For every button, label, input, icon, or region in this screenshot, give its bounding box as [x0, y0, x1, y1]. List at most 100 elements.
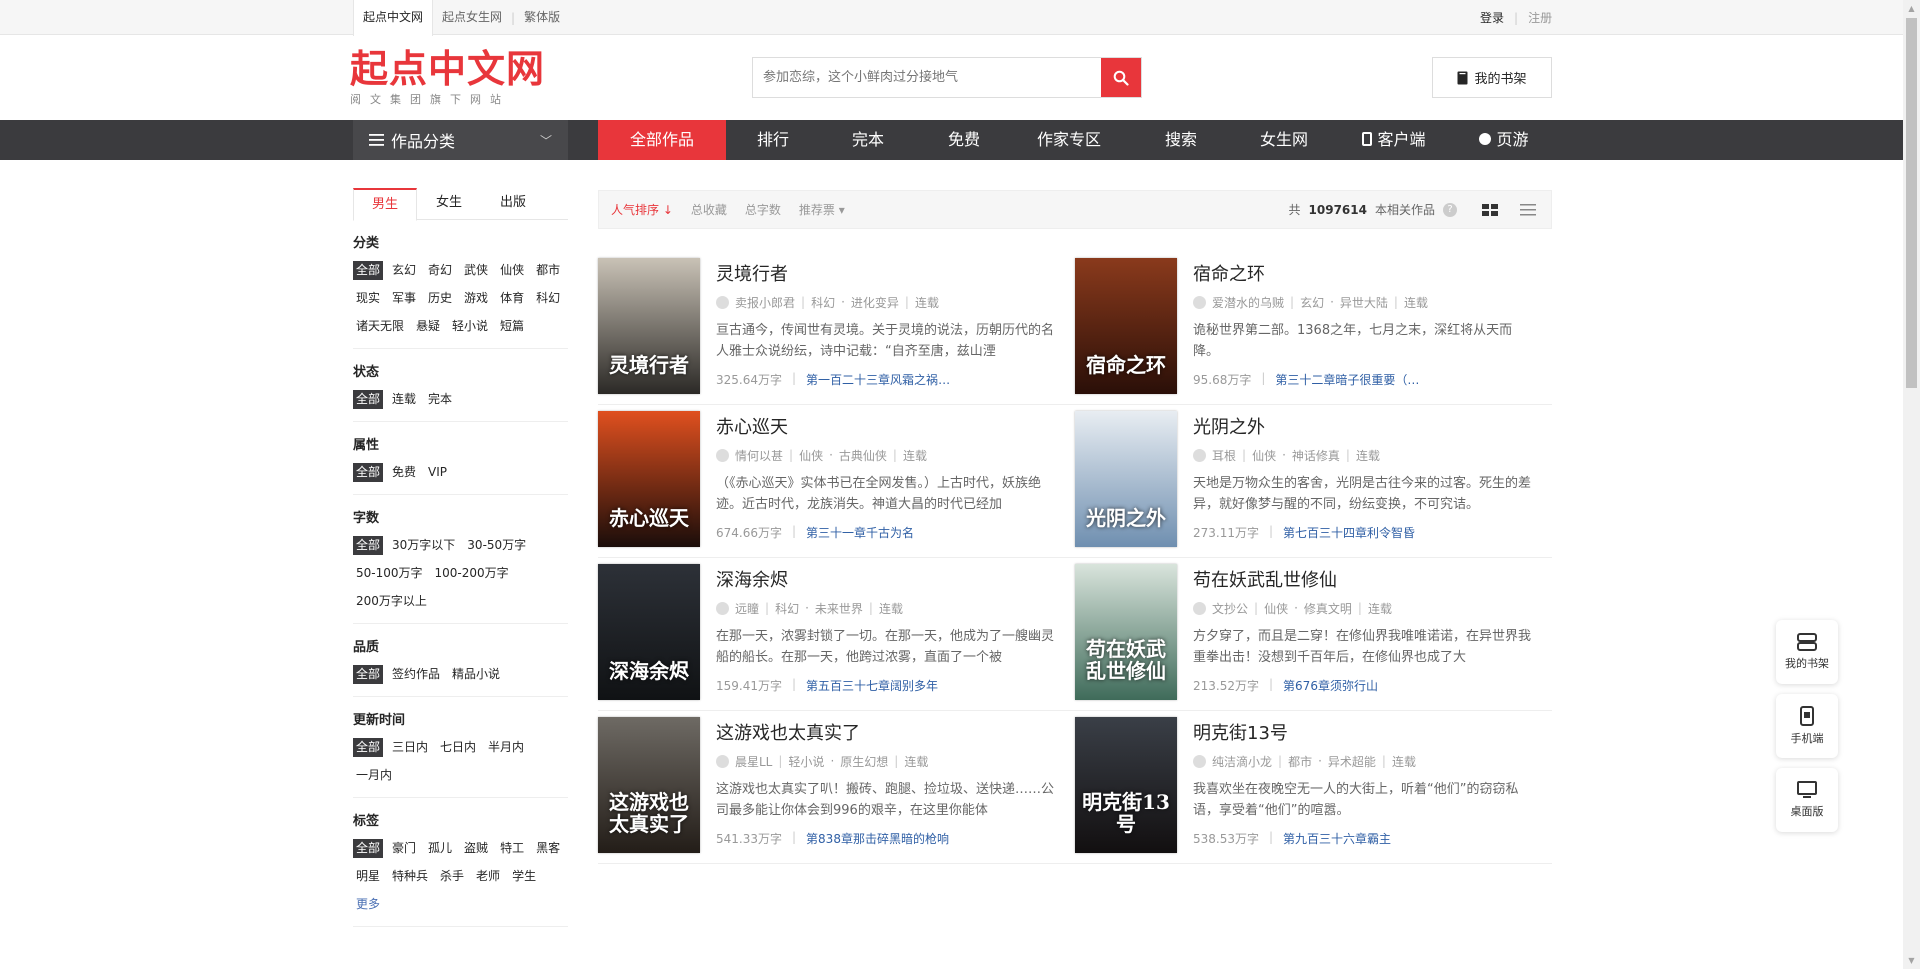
filter-option[interactable]: 100-200万字: [432, 564, 512, 583]
book-title[interactable]: 光阴之外: [1193, 417, 1536, 439]
filter-option[interactable]: 学生: [509, 867, 539, 886]
page-scrollbar[interactable]: ▲ ▼: [1903, 0, 1920, 969]
book-title[interactable]: 深海余烬: [716, 570, 1059, 592]
book-cover[interactable]: 赤心巡天: [598, 411, 700, 547]
latest-chapter-link[interactable]: 第五百三十七章阔别多年: [806, 677, 938, 694]
book-author[interactable]: 文抄公: [1212, 600, 1248, 617]
filter-option[interactable]: 游戏: [461, 289, 491, 308]
list-view-icon[interactable]: [1517, 201, 1539, 219]
login-link[interactable]: 登录: [1480, 9, 1504, 26]
book-category[interactable]: 仙侠: [1252, 447, 1276, 464]
nav-webgame[interactable]: 页游: [1456, 120, 1552, 160]
book-category[interactable]: 玄幻: [1300, 294, 1324, 311]
book-cover[interactable]: 苟在妖武乱世修仙: [1075, 564, 1177, 700]
book-subcategory[interactable]: 异世大陆: [1340, 294, 1388, 311]
book-author[interactable]: 纯洁滴小龙: [1212, 753, 1272, 770]
book-author[interactable]: 爱潜水的乌贼: [1212, 294, 1284, 311]
filter-option[interactable]: 悬疑: [413, 317, 443, 336]
search-button[interactable]: [1101, 58, 1141, 97]
scroll-up-icon[interactable]: ▲: [1903, 0, 1920, 17]
filter-option[interactable]: 全部: [353, 839, 384, 858]
tab-female[interactable]: 女生: [417, 188, 481, 219]
filter-option[interactable]: 200万字以上: [353, 592, 430, 611]
book-author[interactable]: 晨星LL: [735, 753, 772, 770]
filter-option[interactable]: 全部: [353, 390, 384, 409]
book-category[interactable]: 都市: [1288, 753, 1312, 770]
latest-chapter-link[interactable]: 第三十二章暗子很重要（…: [1275, 371, 1419, 388]
tab-male[interactable]: 男生: [353, 188, 417, 221]
book-subcategory[interactable]: 神话修真: [1292, 447, 1340, 464]
filter-option[interactable]: 豪门: [389, 839, 419, 858]
scroll-thumb[interactable]: [1906, 18, 1917, 388]
sort-collections[interactable]: 总收藏: [691, 201, 727, 218]
sort-recommend-votes[interactable]: 推荐票 ▾: [799, 201, 845, 218]
filter-option[interactable]: 军事: [389, 289, 419, 308]
site-logo[interactable]: 起点中文网 阅文集团旗下网站: [350, 48, 545, 107]
filter-option[interactable]: 50-100万字: [353, 564, 426, 583]
filter-option[interactable]: 连载: [389, 390, 419, 409]
book-cover[interactable]: 深海余烬: [598, 564, 700, 700]
filter-option[interactable]: 盗贼: [461, 839, 491, 858]
float-desktop-button[interactable]: 桌面版: [1776, 768, 1838, 832]
filter-option[interactable]: 30-50万字: [464, 536, 529, 555]
filter-option[interactable]: 完本: [425, 390, 455, 409]
book-subcategory[interactable]: 进化变异: [851, 294, 899, 311]
book-title[interactable]: 赤心巡天: [716, 417, 1059, 439]
filter-option[interactable]: 全部: [353, 665, 384, 684]
register-link[interactable]: 注册: [1528, 9, 1552, 26]
latest-chapter-link[interactable]: 第676章须弥行山: [1283, 677, 1378, 694]
book-subcategory[interactable]: 未来世界: [815, 600, 863, 617]
filter-option[interactable]: 全部: [353, 463, 384, 482]
filter-option[interactable]: 全部: [353, 536, 384, 555]
filter-option[interactable]: 三日内: [389, 738, 431, 757]
filter-option[interactable]: 签约作品: [389, 665, 443, 684]
book-subcategory[interactable]: 异术超能: [1328, 753, 1376, 770]
tab-qidian-female[interactable]: 起点女生网: [433, 0, 511, 35]
latest-chapter-link[interactable]: 第九百三十六章霸主: [1283, 830, 1391, 847]
filter-option[interactable]: 武侠: [461, 261, 491, 280]
filter-option[interactable]: 黑客: [533, 839, 563, 858]
filter-option[interactable]: 都市: [533, 261, 563, 280]
filter-option[interactable]: 奇幻: [425, 261, 455, 280]
book-title[interactable]: 宿命之环: [1193, 264, 1536, 286]
filter-option[interactable]: 免费: [389, 463, 419, 482]
book-cover[interactable]: 这游戏也太真实了: [598, 717, 700, 853]
filter-option[interactable]: 特工: [497, 839, 527, 858]
filter-option[interactable]: 诸天无限: [353, 317, 407, 336]
float-mobile-button[interactable]: 手机端: [1776, 694, 1838, 758]
book-title[interactable]: 灵境行者: [716, 264, 1059, 286]
filter-option[interactable]: 历史: [425, 289, 455, 308]
book-title[interactable]: 苟在妖武乱世修仙: [1193, 570, 1536, 592]
book-cover[interactable]: 灵境行者: [598, 258, 700, 394]
search-input[interactable]: [753, 58, 1101, 97]
book-title[interactable]: 明克街13号: [1193, 723, 1536, 745]
book-subcategory[interactable]: 原生幻想: [840, 753, 888, 770]
book-subcategory[interactable]: 修真文明: [1304, 600, 1352, 617]
filter-option[interactable]: 轻小说: [449, 317, 491, 336]
float-bookshelf-button[interactable]: 我的书架: [1776, 620, 1838, 684]
book-cover[interactable]: 宿命之环: [1075, 258, 1177, 394]
filter-option[interactable]: 特种兵: [389, 867, 431, 886]
filter-option[interactable]: 半月内: [485, 738, 527, 757]
nav-all-works[interactable]: 全部作品: [598, 120, 726, 160]
latest-chapter-link[interactable]: 第三十一章千古为名: [806, 524, 914, 541]
filter-option[interactable]: 短篇: [497, 317, 527, 336]
filter-option[interactable]: 仙侠: [497, 261, 527, 280]
sort-word-count[interactable]: 总字数: [745, 201, 781, 218]
book-category[interactable]: 轻小说: [788, 753, 824, 770]
book-subcategory[interactable]: 古典仙侠: [839, 447, 887, 464]
filter-option[interactable]: 30万字以下: [389, 536, 458, 555]
filter-option[interactable]: 体育: [497, 289, 527, 308]
filter-option[interactable]: 全部: [353, 738, 384, 757]
filter-option[interactable]: 科幻: [533, 289, 563, 308]
book-author[interactable]: 卖报小郎君: [735, 294, 795, 311]
filter-option[interactable]: 现实: [353, 289, 383, 308]
filter-option[interactable]: 孤儿: [425, 839, 455, 858]
filter-option[interactable]: VIP: [425, 463, 450, 482]
nav-finished[interactable]: 完本: [820, 120, 916, 160]
nav-search[interactable]: 搜索: [1126, 120, 1236, 160]
help-icon[interactable]: ?: [1443, 202, 1457, 217]
category-dropdown[interactable]: 作品分类 ﹀: [353, 120, 568, 160]
latest-chapter-link[interactable]: 第838章那击碎黑暗的枪响: [806, 830, 949, 847]
book-category[interactable]: 仙侠: [1264, 600, 1288, 617]
